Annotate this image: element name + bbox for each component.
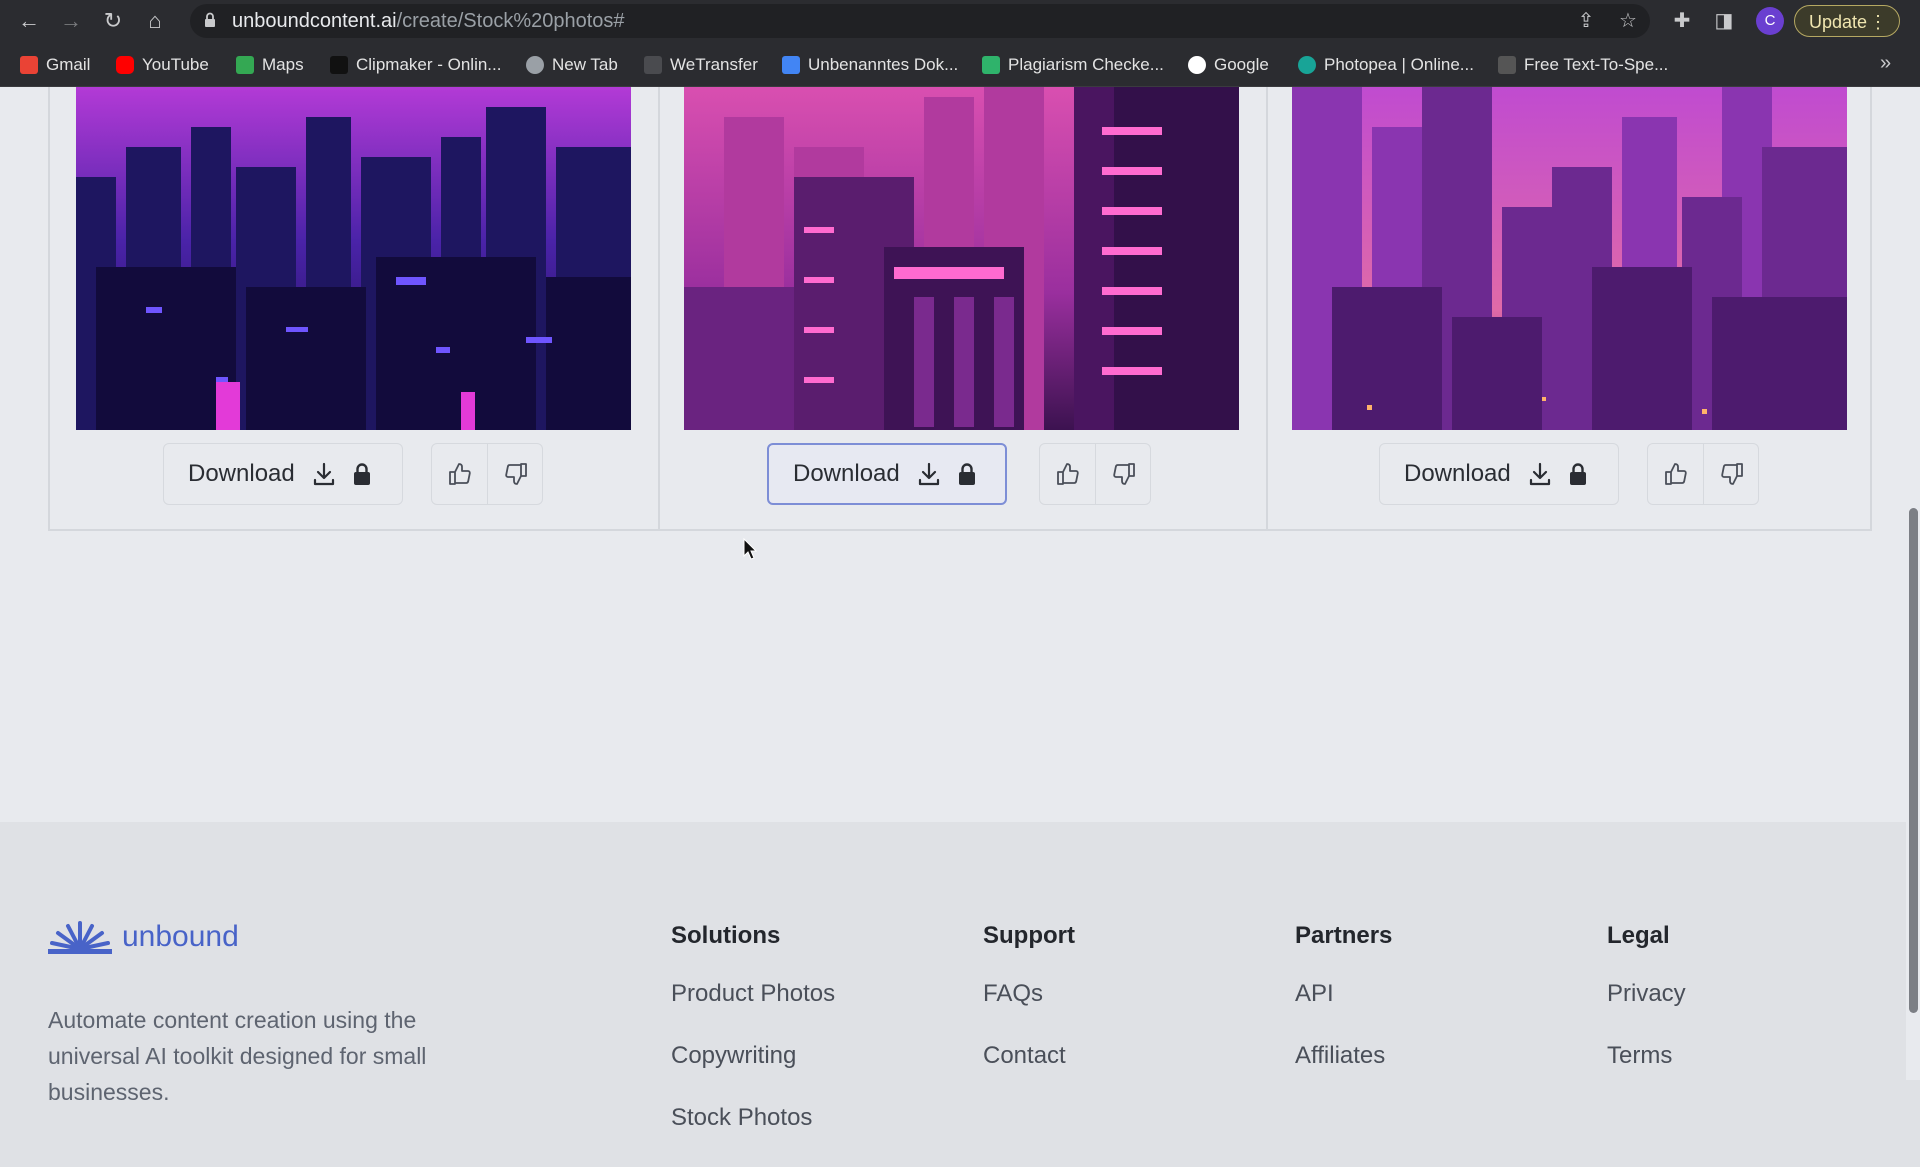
share-icon[interactable]: ⇪ — [1574, 9, 1598, 33]
download-button[interactable]: Download — [1379, 443, 1619, 505]
column-heading: Solutions — [671, 922, 781, 949]
footer-link-contact[interactable]: Contact — [983, 1038, 1075, 1100]
download-icon — [1529, 462, 1550, 486]
download-icon — [918, 462, 939, 486]
unbound-logo-icon — [48, 921, 112, 954]
lock-icon — [353, 463, 370, 485]
forward-arrow-icon[interactable]: → — [58, 8, 84, 34]
home-icon[interactable]: ⌂ — [142, 8, 168, 34]
gmail-icon — [20, 56, 38, 74]
globe-icon — [526, 56, 544, 74]
footer-link-product-photos[interactable]: Product Photos — [671, 976, 835, 1038]
footer-column-solutions: Solutions Product Photos Copywriting Sto… — [671, 922, 835, 1162]
clipmaker-icon — [330, 56, 348, 74]
bookmark-wetransfer[interactable]: WeTransfer — [644, 54, 758, 76]
column-heading: Legal — [1607, 922, 1670, 949]
mouse-cursor-icon — [743, 538, 757, 560]
thumbs-up-button[interactable] — [1040, 444, 1095, 504]
vote-buttons — [431, 443, 543, 505]
footer-link-faqs[interactable]: FAQs — [983, 976, 1075, 1038]
thumbs-up-icon — [1056, 463, 1079, 485]
vote-buttons — [1039, 443, 1151, 505]
footer-column-partners: Partners API Affiliates — [1295, 922, 1392, 1100]
address-bar[interactable]: unboundcontent.ai/create/Stock%20photos# — [190, 4, 1650, 38]
footer-logo[interactable]: unbound — [48, 919, 239, 955]
lock-icon — [958, 463, 975, 485]
thumbs-down-icon — [504, 463, 527, 485]
footer-column-support: Support FAQs Contact — [983, 922, 1075, 1100]
thumbs-down-button[interactable] — [488, 444, 543, 504]
tts-icon — [1498, 56, 1516, 74]
star-icon[interactable]: ☆ — [1616, 9, 1640, 33]
bookmark-clipmaker[interactable]: Clipmaker - Onlin... — [330, 54, 501, 76]
thumbs-up-icon — [448, 463, 471, 485]
thumbs-up-icon — [1664, 463, 1687, 485]
bookmark-plagiarism[interactable]: Plagiarism Checke... — [982, 54, 1164, 76]
update-button[interactable]: Update ⋮ — [1794, 5, 1900, 37]
profile-avatar[interactable]: C — [1756, 7, 1784, 35]
back-arrow-icon[interactable]: ← — [16, 8, 42, 34]
wetransfer-icon — [644, 56, 662, 74]
lock-icon — [205, 12, 215, 27]
column-heading: Partners — [1295, 922, 1393, 949]
site-footer: unbound Automate content creation using … — [0, 822, 1920, 1167]
bookmark-maps[interactable]: Maps — [236, 54, 304, 76]
footer-link-terms[interactable]: Terms — [1607, 1038, 1686, 1100]
photo-magenta-sunset-skyline[interactable] — [1292, 87, 1847, 430]
footer-column-legal: Legal Privacy Terms — [1607, 922, 1686, 1100]
thumbs-down-icon — [1720, 463, 1743, 485]
thumbs-up-button[interactable] — [432, 444, 487, 504]
bookmark-text-to-speech[interactable]: Free Text-To-Spe... — [1498, 54, 1668, 76]
footer-link-copywriting[interactable]: Copywriting — [671, 1038, 835, 1100]
thumbs-down-button[interactable] — [1704, 444, 1759, 504]
bookmark-new-tab[interactable]: New Tab — [526, 54, 618, 76]
page-content: Download Download Download unbound Autom… — [0, 87, 1920, 1167]
youtube-icon — [116, 56, 134, 74]
thumbs-up-button[interactable] — [1648, 444, 1703, 504]
footer-link-privacy[interactable]: Privacy — [1607, 976, 1686, 1038]
download-button[interactable]: Download — [767, 443, 1007, 505]
bookmarks-overflow-icon[interactable]: » — [1880, 52, 1891, 75]
bookmark-photopea[interactable]: Photopea | Online... — [1298, 54, 1474, 76]
column-heading: Support — [983, 922, 1075, 949]
thumbs-down-icon — [1112, 463, 1135, 485]
photopea-icon — [1298, 56, 1316, 74]
reload-icon[interactable]: ↻ — [100, 8, 126, 34]
browser-toolbar: ← → ↻ ⌂ unboundcontent.ai/create/Stock%2… — [0, 0, 1920, 42]
footer-link-api[interactable]: API — [1295, 976, 1392, 1038]
brand-name: unbound — [122, 920, 239, 953]
bookmark-document[interactable]: Unbenanntes Dok... — [782, 54, 958, 76]
photo-purple-neon-city[interactable] — [76, 87, 631, 430]
card-divider — [1266, 87, 1268, 529]
footer-link-stock-photos[interactable]: Stock Photos — [671, 1100, 835, 1162]
photo-pink-neon-skyscrapers[interactable] — [684, 87, 1239, 430]
maps-icon — [236, 56, 254, 74]
download-icon — [313, 462, 334, 486]
bookmark-gmail[interactable]: Gmail — [20, 54, 90, 76]
side-panel-icon[interactable]: ◨ — [1712, 9, 1736, 33]
thumbs-down-button[interactable] — [1096, 444, 1151, 504]
url-text: unboundcontent.ai/create/Stock%20photos# — [232, 10, 625, 32]
lock-icon — [1569, 463, 1586, 485]
plagiarism-icon — [982, 56, 1000, 74]
extensions-icon[interactable]: ✚ — [1670, 9, 1694, 33]
menu-dots-icon: ⋮ — [1869, 12, 1887, 32]
scrollbar-thumb[interactable] — [1909, 508, 1918, 1013]
bookmark-google[interactable]: Google — [1188, 54, 1269, 76]
download-button[interactable]: Download — [163, 443, 403, 505]
bookmark-youtube[interactable]: YouTube — [116, 54, 209, 76]
card-divider — [658, 87, 660, 529]
vote-buttons — [1647, 443, 1759, 505]
stock-photo-grid: Download Download Download — [48, 87, 1872, 531]
docs-icon — [782, 56, 800, 74]
bookmarks-bar: Gmail YouTube Maps Clipmaker - Onlin... … — [0, 42, 1920, 87]
footer-link-affiliates[interactable]: Affiliates — [1295, 1038, 1392, 1100]
google-icon — [1188, 56, 1206, 74]
footer-tagline: Automate content creation using the univ… — [48, 1007, 427, 1105]
